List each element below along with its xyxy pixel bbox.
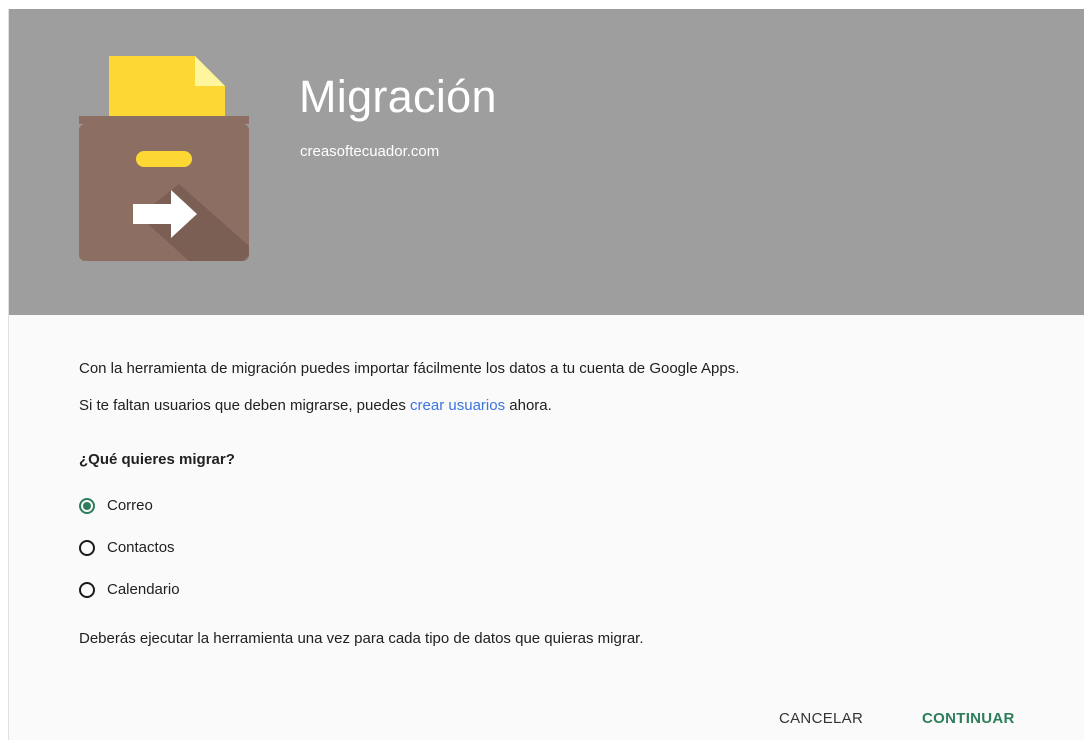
cancel-button[interactable]: CANCELAR (779, 709, 863, 729)
migration-note: Deberás ejecutar la herramienta una vez … (79, 630, 644, 647)
continue-button[interactable]: CONTINUAR (922, 709, 1015, 729)
radio-option-contactos[interactable]: Contactos (79, 537, 175, 559)
radio-button-contactos[interactable] (79, 540, 95, 556)
migration-dialog: Migración creasoftecuador.com Con la her… (8, 9, 1084, 740)
page: Migración creasoftecuador.com Con la her… (0, 0, 1084, 740)
radio-label-calendario: Calendario (107, 581, 180, 598)
migration-box-icon (79, 56, 249, 261)
intro-text-before: Si te faltan usuarios que deben migrarse… (79, 397, 411, 414)
radio-option-correo[interactable]: Correo (79, 495, 153, 517)
create-users-link[interactable]: crear usuarios (410, 397, 505, 414)
intro-text-users: Si te faltan usuarios que deben migrarse… (79, 396, 552, 416)
radio-label-correo: Correo (107, 497, 153, 514)
radio-label-contactos: Contactos (107, 539, 175, 556)
dialog-header: Migración creasoftecuador.com (9, 9, 1084, 315)
intro-text-after: ahora. (505, 397, 552, 414)
page-title: Migración (299, 71, 497, 122)
domain-name: creasoftecuador.com (300, 143, 440, 160)
radio-button-calendario[interactable] (79, 582, 95, 598)
radio-option-calendario[interactable]: Calendario (79, 579, 180, 601)
radio-button-correo[interactable] (79, 498, 95, 514)
intro-text: Con la herramienta de migración puedes i… (79, 360, 740, 377)
migrate-question: ¿Qué quieres migrar? (79, 451, 235, 468)
